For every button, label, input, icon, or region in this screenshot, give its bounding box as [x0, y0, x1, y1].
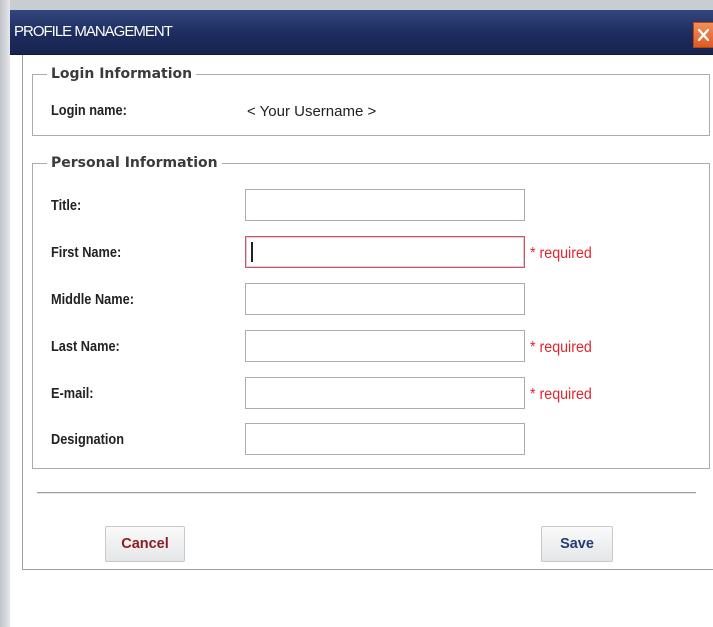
login-information-group: Login Information: [32, 66, 710, 136]
save-button[interactable]: Save: [541, 526, 613, 562]
designation-input[interactable]: [245, 423, 525, 455]
text-caret: [251, 242, 253, 262]
middle-name-label: Middle Name:: [51, 292, 134, 308]
dialog-body: Login Information Login name: < Your Use…: [22, 55, 713, 570]
close-x-icon: [698, 29, 709, 41]
designation-label: Designation: [51, 432, 125, 448]
close-button[interactable]: [693, 22, 713, 48]
divider: [37, 492, 696, 494]
login-name-value: < Your Username >: [247, 103, 377, 120]
login-information-legend: Login Information: [51, 66, 193, 82]
email-required: * required: [530, 386, 592, 403]
last-name-required: * required: [530, 339, 592, 356]
first-name-input[interactable]: [245, 236, 525, 268]
dialog-titlebar[interactable]: PROFILE MANAGEMENT: [10, 10, 713, 55]
login-name-label: Login name:: [51, 103, 127, 119]
last-name-label: Last Name:: [51, 339, 120, 355]
personal-information-legend: Personal Information: [51, 155, 218, 171]
last-name-input[interactable]: [245, 330, 525, 362]
first-name-required: * required: [530, 245, 592, 262]
title-label: Title:: [51, 198, 82, 214]
title-input[interactable]: [245, 189, 525, 221]
first-name-label: First Name:: [51, 245, 122, 261]
email-input[interactable]: [245, 377, 525, 409]
background-edge: [0, 0, 10, 627]
background-strip: [0, 0, 713, 10]
middle-name-input[interactable]: [245, 283, 525, 315]
dialog-title: PROFILE MANAGEMENT: [14, 23, 173, 40]
email-label: E-mail:: [51, 386, 94, 402]
profile-management-dialog: PROFILE MANAGEMENT Login Information Log…: [10, 10, 713, 627]
cancel-button[interactable]: Cancel: [105, 526, 185, 562]
